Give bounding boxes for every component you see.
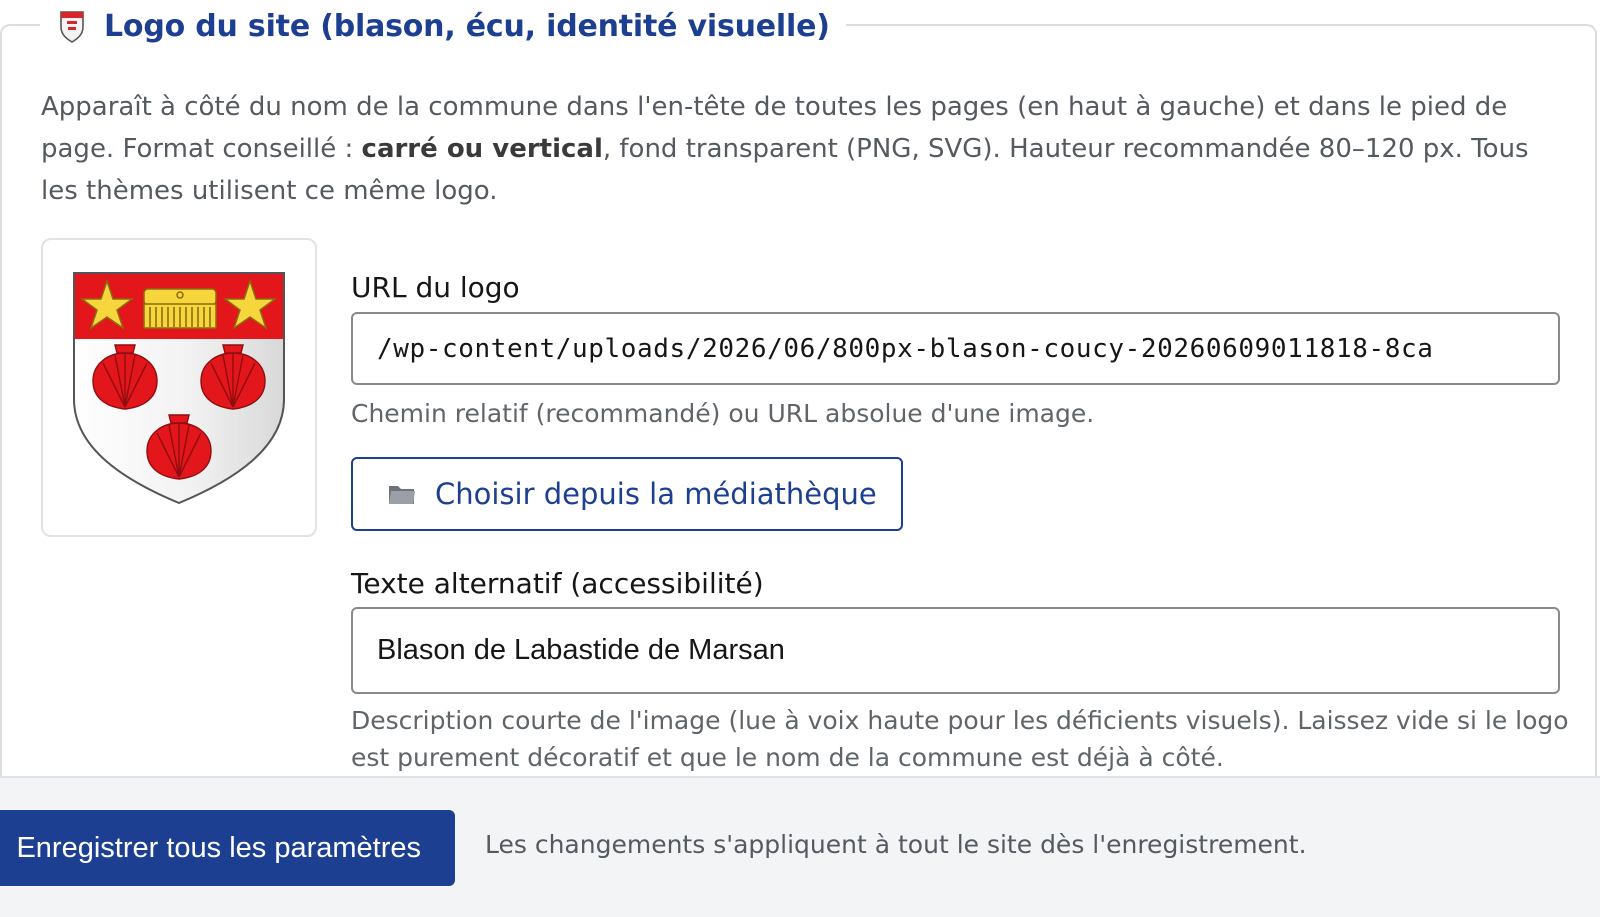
logo-url-hint: Chemin relatif (recommandé) ou URL absol… [351,399,1095,428]
help-text-bold: carré ou vertical [361,134,603,164]
section-help-text: Apparaît à côté du nom de la commune dan… [41,86,1571,212]
media-button-label: Choisir depuis la médiathèque [435,477,877,511]
shield-icon [58,9,86,43]
save-footer-bar: Enregistrer tous les paramètres Les chan… [0,776,1600,917]
logo-preview [41,238,317,537]
settings-page: Logo du site (blason, écu, identité visu… [0,0,1600,917]
footer-note: Les changements s'appliquent à tout le s… [485,830,1307,859]
fieldset-legend: Logo du site (blason, écu, identité visu… [40,4,846,48]
section-title: Logo du site (blason, écu, identité visu… [104,8,830,44]
folder-icon [387,481,417,507]
logo-url-label: URL du logo [351,271,520,304]
alt-text-label: Texte alternatif (accessibilité) [351,567,764,600]
logo-url-input[interactable] [351,312,1560,385]
coat-of-arms-icon [73,271,285,504]
alt-text-hint: Description courte de l'image (lue à voi… [351,706,1569,772]
save-all-settings-button[interactable]: Enregistrer tous les paramètres [0,810,455,886]
choose-from-media-library-button[interactable]: Choisir depuis la médiathèque [351,457,903,531]
alt-text-input[interactable] [351,607,1560,694]
